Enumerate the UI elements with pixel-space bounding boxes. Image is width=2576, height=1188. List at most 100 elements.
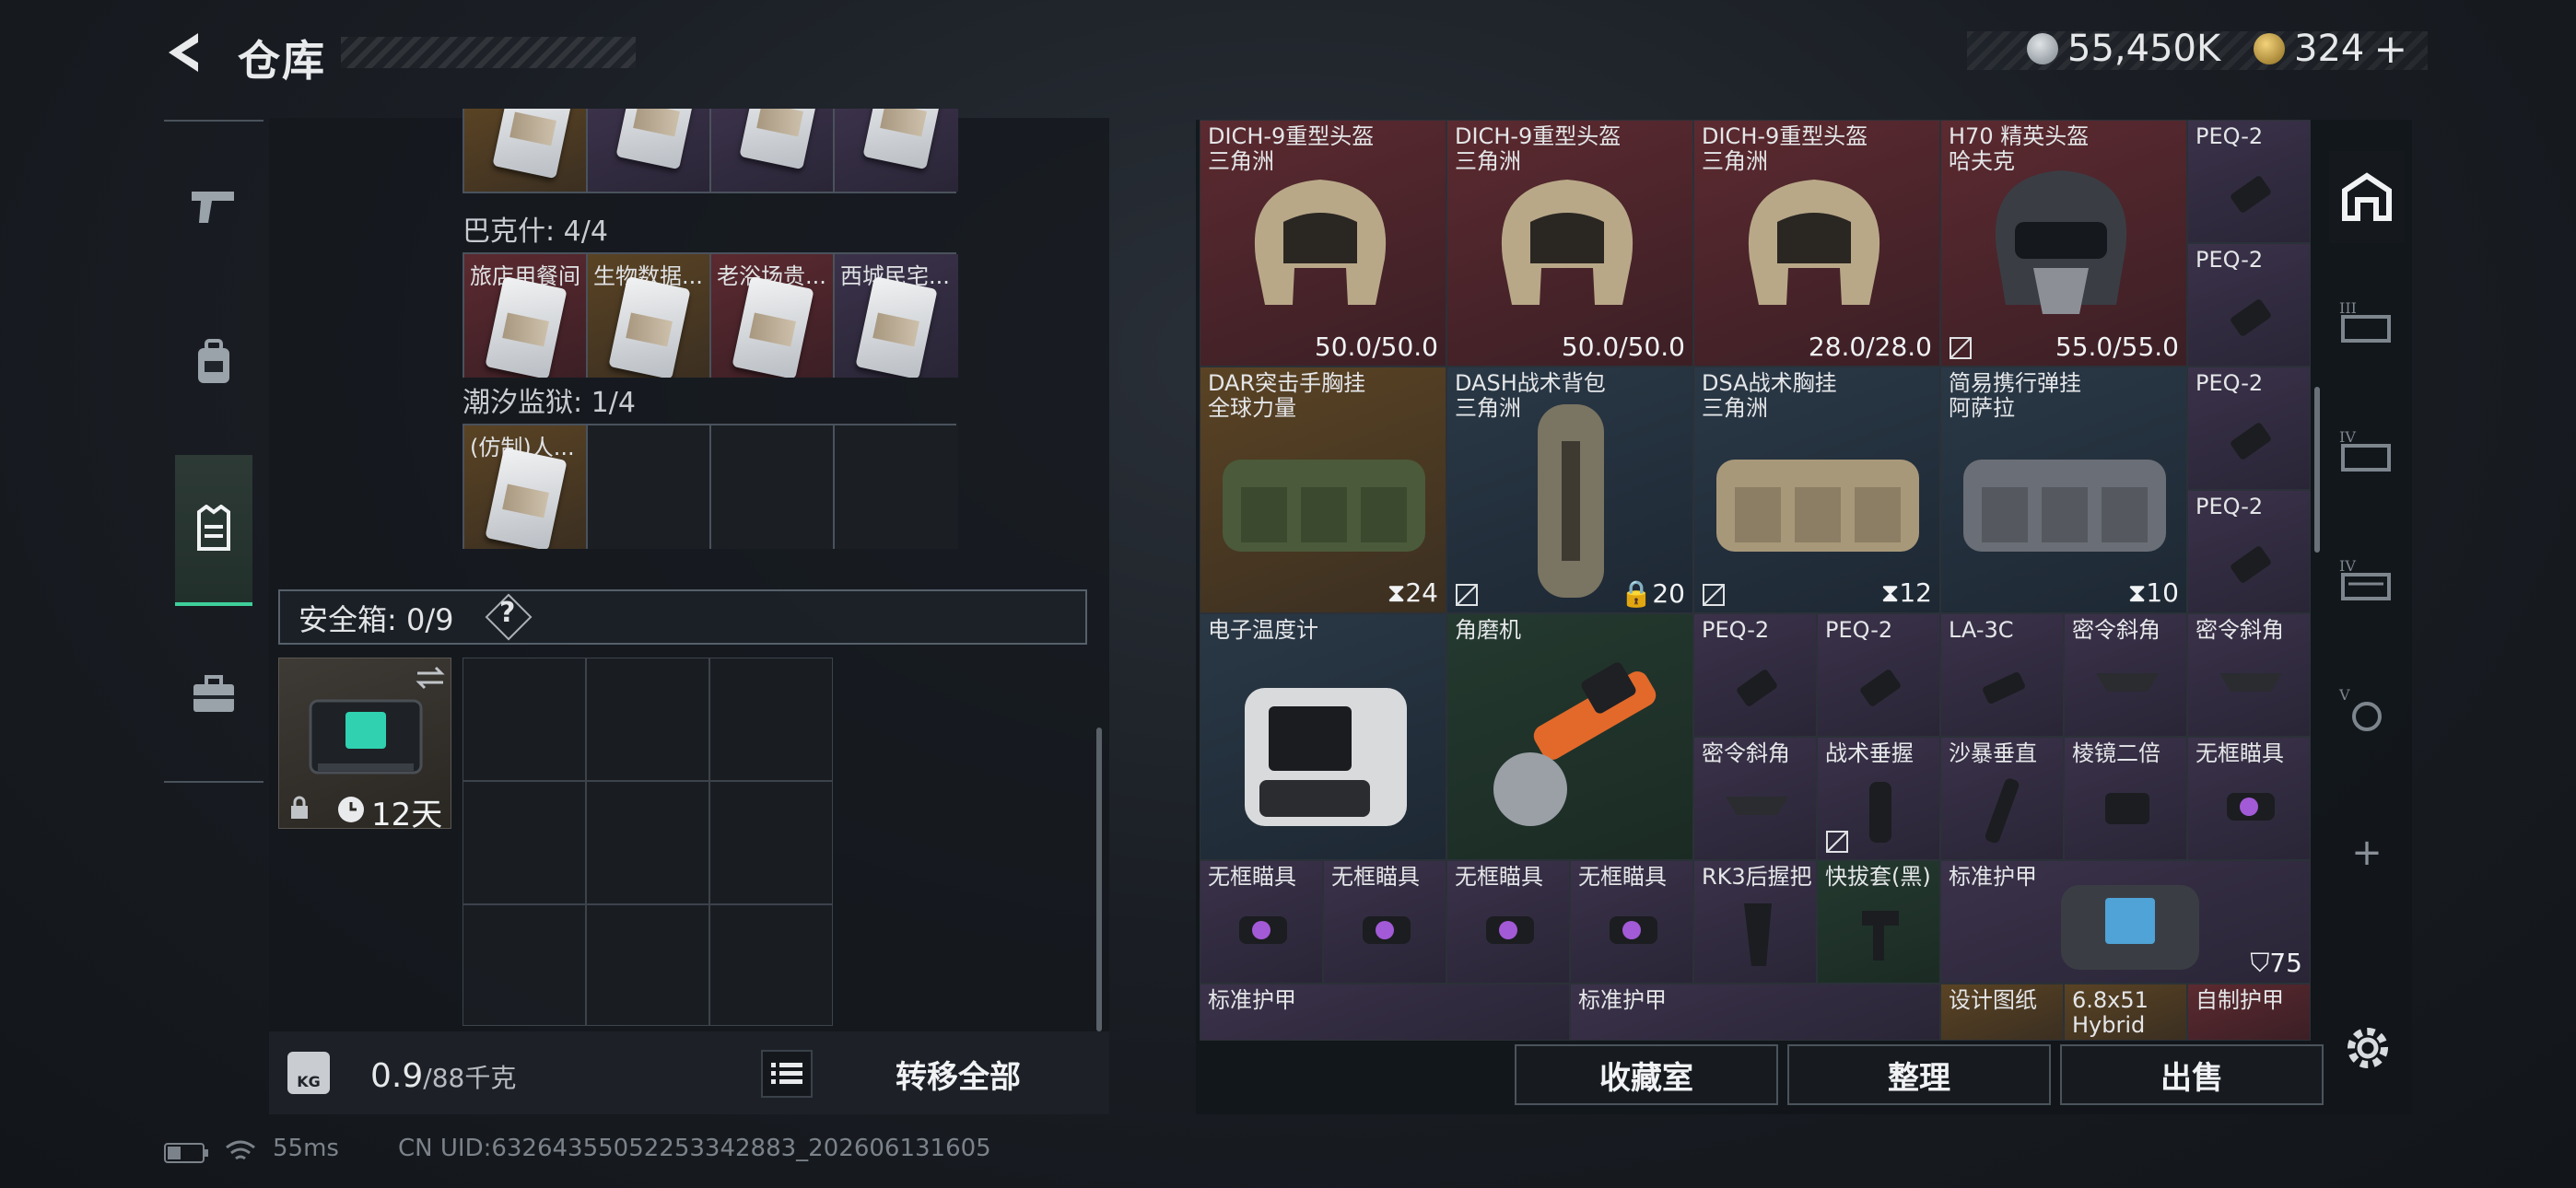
nav-weapons[interactable] [175,168,252,245]
nav-tier4[interactable]: IV [2329,405,2405,497]
safe-slot[interactable] [586,658,709,781]
inventory-item[interactable]: 标准护甲 [1200,984,1570,1041]
svg-text:IV: IV [2339,428,2356,446]
nav-tier4b[interactable]: IV [2329,534,2405,626]
inventory-item[interactable]: PEQ-2 [1693,613,1817,737]
safe-container-item[interactable]: 12天 [278,658,451,833]
safe-slot[interactable] [709,658,833,781]
nav-briefcase[interactable] [175,656,252,733]
empty-slot[interactable] [588,425,711,549]
keycard-slot[interactable]: 生物数据... [588,254,711,378]
inventory-item[interactable]: 无框瞄具 [1200,860,1323,984]
inventory-item[interactable]: DASH战术背包 三角洲 🔒20 [1446,367,1693,613]
inventory-item[interactable]: DAR突击手胸挂 全球力量 ⧗24 [1200,367,1446,613]
inventory-item[interactable]: DSA战术胸挂 三角洲 ⧗12 [1693,367,1940,613]
keycard-slot[interactable]: 老浴场贵... [711,254,835,378]
inventory-item[interactable]: DICH-9重型头盔 三角洲 50.0/50.0 [1200,120,1446,367]
inventory-item[interactable]: 棱镜二倍 [2064,737,2187,860]
safe-slot[interactable] [463,658,586,781]
inventory-item[interactable]: H70 精英头盔 哈夫克 55.0/55.0 [1940,120,2187,367]
keycard-slot[interactable] [711,109,835,192]
item-name: 角磨机 [1455,617,1521,643]
empty-slot[interactable] [835,425,958,549]
inventory-item[interactable]: PEQ-2 [2187,367,2311,490]
safe-slot[interactable] [586,904,709,1026]
holster-image [1862,911,1899,961]
help-mark: ? [499,597,516,629]
inventory-item[interactable]: PEQ-2 [1817,613,1940,737]
item-durability: 55.0/55.0 [2055,332,2179,362]
safe-slot[interactable] [709,781,833,904]
inventory-item[interactable]: PEQ-2 [2187,490,2311,613]
keycard-slot[interactable] [588,109,711,192]
item-name: 无框瞄具 [1331,864,1420,890]
keycard-image [739,109,822,170]
keycard-slot[interactable]: 旅店用餐间 [464,254,588,378]
inventory-item[interactable]: 6.8x51 Hybrid [2064,984,2187,1041]
inventory-item[interactable]: PEQ-2 [2187,120,2311,243]
item-name: LA-3C [1949,617,2014,643]
gold-currency[interactable]: 324 + [2254,26,2407,73]
storage-scrollbar[interactable] [1096,728,1102,1031]
inventory-scrollbar[interactable] [2314,387,2320,553]
inventory-item[interactable]: PEQ-2 [2187,243,2311,367]
briefcase-icon [193,675,234,712]
inventory-item[interactable]: DICH-9重型头盔 三角洲 50.0/50.0 [1446,120,1693,367]
inventory-item[interactable]: LA-3C [1940,613,2064,737]
inventory-item[interactable]: 密令斜角 [1693,737,1817,860]
inventory-item[interactable]: 沙暴垂直 [1940,737,2064,860]
inventory-item[interactable]: DICH-9重型头盔 三角洲 28.0/28.0 [1693,120,1940,367]
keycard-image [732,275,814,378]
keycard-slot[interactable]: 西城民宅... [835,254,958,378]
safe-slot[interactable] [586,781,709,904]
settings-gear-icon[interactable] [2342,1022,2394,1074]
inventory-item[interactable]: 电子温度计 [1200,613,1446,860]
inventory-item[interactable]: 标准护甲 [1570,984,1940,1041]
back-arrow-icon[interactable] [161,28,212,78]
inventory-item[interactable]: 密令斜角 [2187,613,2311,737]
uid-readout: CN UID:63264355052253342883_202606131605 [398,1135,991,1162]
inventory-item[interactable]: 角磨机 [1446,613,1693,860]
tier3-icon: III [2339,299,2391,343]
safe-slot[interactable] [463,781,586,904]
inventory-item[interactable]: 自制护甲 [2187,984,2311,1041]
inventory-item[interactable]: 无框瞄具 [2187,737,2311,860]
add-currency-button[interactable]: + [2373,26,2407,73]
inventory-item[interactable]: 密令斜角 [2064,613,2187,737]
nav-gear[interactable] [175,324,252,402]
sort-button[interactable]: 整理 [1787,1044,2051,1105]
nav-tier5[interactable]: V [2329,663,2405,755]
top-partial-row [463,109,958,193]
nav-tier3[interactable]: III [2329,276,2405,368]
inventory-item[interactable]: 快拔套(黑) [1817,860,1940,984]
battery-icon [164,1143,208,1163]
keycard-slot[interactable] [835,109,958,192]
safe-slot[interactable] [463,904,586,1026]
collection-room-button[interactable]: 收藏室 [1515,1044,1778,1105]
safe-slot[interactable] [709,904,833,1026]
red-dot-image [2227,793,2275,821]
empty-slot[interactable] [711,425,835,549]
inventory-item[interactable]: 标准护甲 ⛉75 [1940,860,2311,984]
inventory-item[interactable]: 战术垂握 [1817,737,1940,860]
transfer-all-button[interactable]: 转移全部 [829,1041,1087,1107]
inventory-item[interactable]: 无框瞄具 [1570,860,1693,984]
keycard-slot[interactable] [464,109,588,192]
inventory-item[interactable]: RK3后握把 [1693,860,1817,984]
nav-warehouse[interactable] [175,455,252,606]
sell-button[interactable]: 出售 [2060,1044,2324,1105]
list-view-button[interactable] [761,1050,813,1098]
nav-add[interactable]: + [2329,807,2405,899]
nav-base[interactable] [2329,151,2405,243]
inventory-item[interactable]: 无框瞄具 [1446,860,1570,984]
inventory-panel: DICH-9重型头盔 三角洲 50.0/50.0 DICH-9重型头盔 三角洲 50… [1196,120,2412,1114]
backpack-image [1538,404,1604,598]
inventory-item[interactable]: 设计图纸 [1940,984,2064,1041]
item-capacity: ⧗24 [1387,577,1438,608]
red-dot-image [1363,916,1411,944]
inventory-item[interactable]: 简易携行弹挂 阿萨拉 ⧗10 [1940,367,2187,613]
safe-box-label: 安全箱: 0/9 [299,602,454,637]
inventory-item[interactable]: 无框瞄具 [1323,860,1446,984]
keycard-slot[interactable]: (仿制)人... [464,425,588,549]
item-name: 标准护甲 [1949,864,2037,890]
